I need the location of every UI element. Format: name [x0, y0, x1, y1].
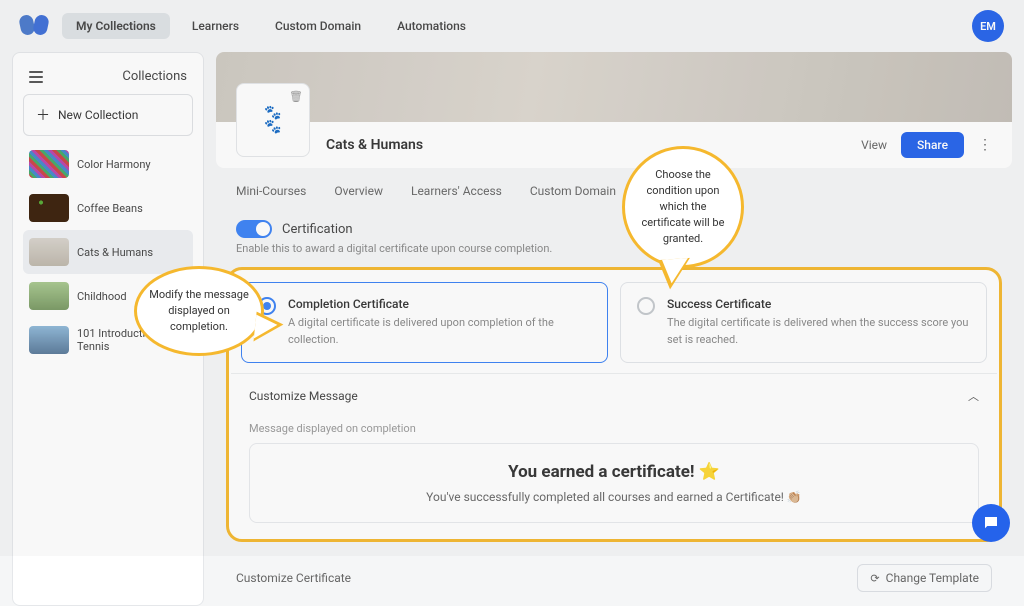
- more-icon[interactable]: ⋮: [978, 137, 992, 153]
- thumb: [29, 194, 69, 222]
- sidebar-item-label: Cats & Humans: [77, 246, 153, 259]
- thumb: [29, 238, 69, 266]
- nav-tab-automations[interactable]: Automations: [383, 13, 480, 39]
- logo[interactable]: [20, 15, 48, 37]
- share-button[interactable]: Share: [901, 132, 964, 158]
- nav-tab-my-collections[interactable]: My Collections: [62, 13, 170, 39]
- option-description: A digital certificate is delivered upon …: [288, 315, 591, 348]
- change-template-button[interactable]: ⟳ Change Template: [857, 564, 992, 592]
- subtab-custom-domain[interactable]: Custom Domain: [530, 184, 616, 208]
- highlighted-region: Completion Certificate A digital certifi…: [226, 267, 1002, 542]
- message-body: You've successfully completed all course…: [268, 490, 960, 504]
- trash-icon[interactable]: 🗑: [289, 90, 303, 103]
- callout-text: Choose the condition upon which the cert…: [637, 167, 729, 247]
- collection-icon[interactable]: 🗑 🐾 🐾: [236, 83, 310, 157]
- sidebar-item-label: Color Harmony: [77, 158, 151, 171]
- customize-message-title: Customize Message: [249, 389, 358, 403]
- new-collection-button[interactable]: ＋ New Collection: [23, 94, 193, 136]
- customize-certificate-label: Customize Certificate: [236, 571, 351, 585]
- certification-label: Certification: [282, 222, 353, 237]
- option-description: The digital certificate is delivered whe…: [667, 315, 970, 348]
- hamburger-icon[interactable]: [29, 71, 43, 83]
- chat-icon[interactable]: [972, 504, 1010, 542]
- thumb: [29, 326, 69, 354]
- sidebar-item-coffee-beans[interactable]: Coffee Beans: [23, 186, 193, 230]
- customize-message-subtitle: Message displayed on completion: [249, 422, 979, 435]
- callout-text: Modify the message displayed on completi…: [149, 287, 249, 335]
- sidebar-item-color-harmony[interactable]: Color Harmony: [23, 142, 193, 186]
- option-success-certificate[interactable]: Success Certificate The digital certific…: [620, 282, 987, 363]
- chevron-up-icon[interactable]: ︿: [968, 388, 979, 404]
- radio-success[interactable]: [637, 297, 655, 315]
- subtab-learners-access[interactable]: Learners' Access: [411, 184, 502, 208]
- new-collection-label: New Collection: [58, 108, 138, 122]
- message-preview[interactable]: You earned a certificate! ⭐ You've succe…: [249, 443, 979, 523]
- sidebar-item-cats-humans[interactable]: Cats & Humans: [23, 230, 193, 274]
- collection-title: Cats & Humans: [326, 137, 423, 153]
- callout-modify-message: Modify the message displayed on completi…: [134, 266, 264, 356]
- nav-tab-custom-domain[interactable]: Custom Domain: [261, 13, 375, 39]
- sidebar-item-label: Childhood: [77, 290, 127, 303]
- change-template-label: Change Template: [886, 571, 979, 585]
- thumb: [29, 150, 69, 178]
- subtab-mini-courses[interactable]: Mini-Courses: [236, 184, 306, 208]
- thumb: [29, 282, 69, 310]
- certification-toggle[interactable]: [236, 220, 272, 238]
- nav-tab-learners[interactable]: Learners: [178, 13, 253, 39]
- sidebar-item-label: Coffee Beans: [77, 202, 143, 215]
- refresh-icon: ⟳: [870, 572, 879, 585]
- message-title: You earned a certificate! ⭐: [268, 462, 960, 482]
- avatar[interactable]: EM: [972, 10, 1004, 42]
- paw-icon: 🐾: [264, 106, 281, 120]
- option-title: Completion Certificate: [288, 297, 591, 311]
- sidebar-title: Collections: [122, 69, 187, 84]
- option-title: Success Certificate: [667, 297, 970, 311]
- subtab-overview[interactable]: Overview: [334, 184, 383, 208]
- plus-icon: ＋: [36, 105, 50, 125]
- callout-choose-condition: Choose the condition upon which the cert…: [622, 146, 744, 268]
- view-button[interactable]: View: [861, 138, 887, 152]
- option-completion-certificate[interactable]: Completion Certificate A digital certifi…: [241, 282, 608, 363]
- paw-icon: 🐾: [264, 120, 281, 134]
- certification-subtitle: Enable this to award a digital certifica…: [236, 242, 992, 255]
- collection-banner: [216, 52, 1012, 122]
